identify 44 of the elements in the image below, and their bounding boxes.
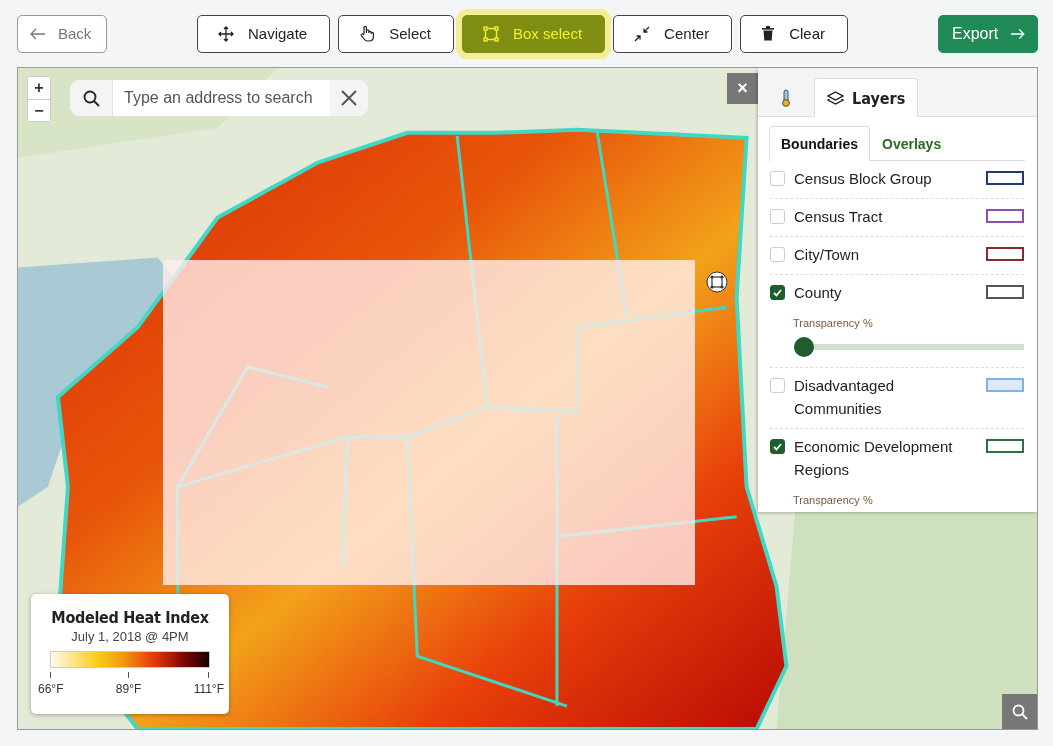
layer-name: Census Block Group: [794, 169, 933, 189]
layer-name: County: [794, 283, 843, 303]
arrow-right-icon: [1010, 27, 1025, 40]
layers-icon: [827, 91, 844, 105]
search-icon: [82, 89, 100, 107]
zoom-out-button[interactable]: −: [28, 99, 50, 121]
layer-name: Census Tract: [794, 207, 884, 227]
layer-name: Economic Development Regions: [794, 437, 954, 480]
checkbox[interactable]: [770, 439, 785, 454]
close-icon[interactable]: [341, 90, 357, 106]
transparency-label: Transparency %: [793, 317, 873, 330]
layers-tab[interactable]: Layers: [814, 78, 919, 117]
close-panel-button[interactable]: ×: [727, 73, 758, 104]
layer-name: City/Town: [794, 245, 861, 265]
hand-pointer-icon: [359, 25, 376, 42]
scale-tick-label: 111°F: [193, 682, 224, 696]
search-button[interactable]: [1002, 694, 1037, 729]
search-icon: [1011, 703, 1028, 720]
move-icon: [218, 25, 234, 42]
export-button[interactable]: Export: [938, 14, 1038, 53]
back-button[interactable]: Back: [17, 14, 107, 53]
legend-subtitle: July 1, 2018 @ 4PM: [70, 629, 190, 644]
arrow-left-icon: [30, 27, 46, 40]
box-select-icon: [482, 25, 499, 42]
slider-thumb[interactable]: [794, 337, 814, 357]
transparency-label: Transparency %: [793, 494, 873, 507]
check-icon: [773, 442, 782, 451]
scale-tick-label: 66°F: [38, 682, 64, 696]
tool-button[interactable]: Navigate: [197, 14, 331, 53]
checkbox[interactable]: [770, 285, 785, 300]
thermometer-icon: [782, 89, 790, 107]
tool-button[interactable]: Select: [338, 14, 454, 53]
trash-icon: [761, 26, 776, 41]
search-field[interactable]: Type an address to search: [70, 80, 368, 116]
subtab[interactable]: Overlays: [870, 126, 954, 161]
layer-name: Disadvantaged Communities: [794, 376, 896, 419]
box-select-cursor-icon: [706, 271, 728, 293]
legend-title: Modeled Heat Index: [50, 608, 210, 627]
scale-tick-label: 89°F: [115, 682, 142, 696]
subtab[interactable]: Boundaries: [769, 126, 870, 161]
check-icon: [773, 288, 782, 297]
collapse-arrows-icon: [634, 25, 651, 42]
tool-button[interactable]: Clear: [740, 14, 848, 53]
tool-button[interactable]: Center: [613, 14, 733, 53]
